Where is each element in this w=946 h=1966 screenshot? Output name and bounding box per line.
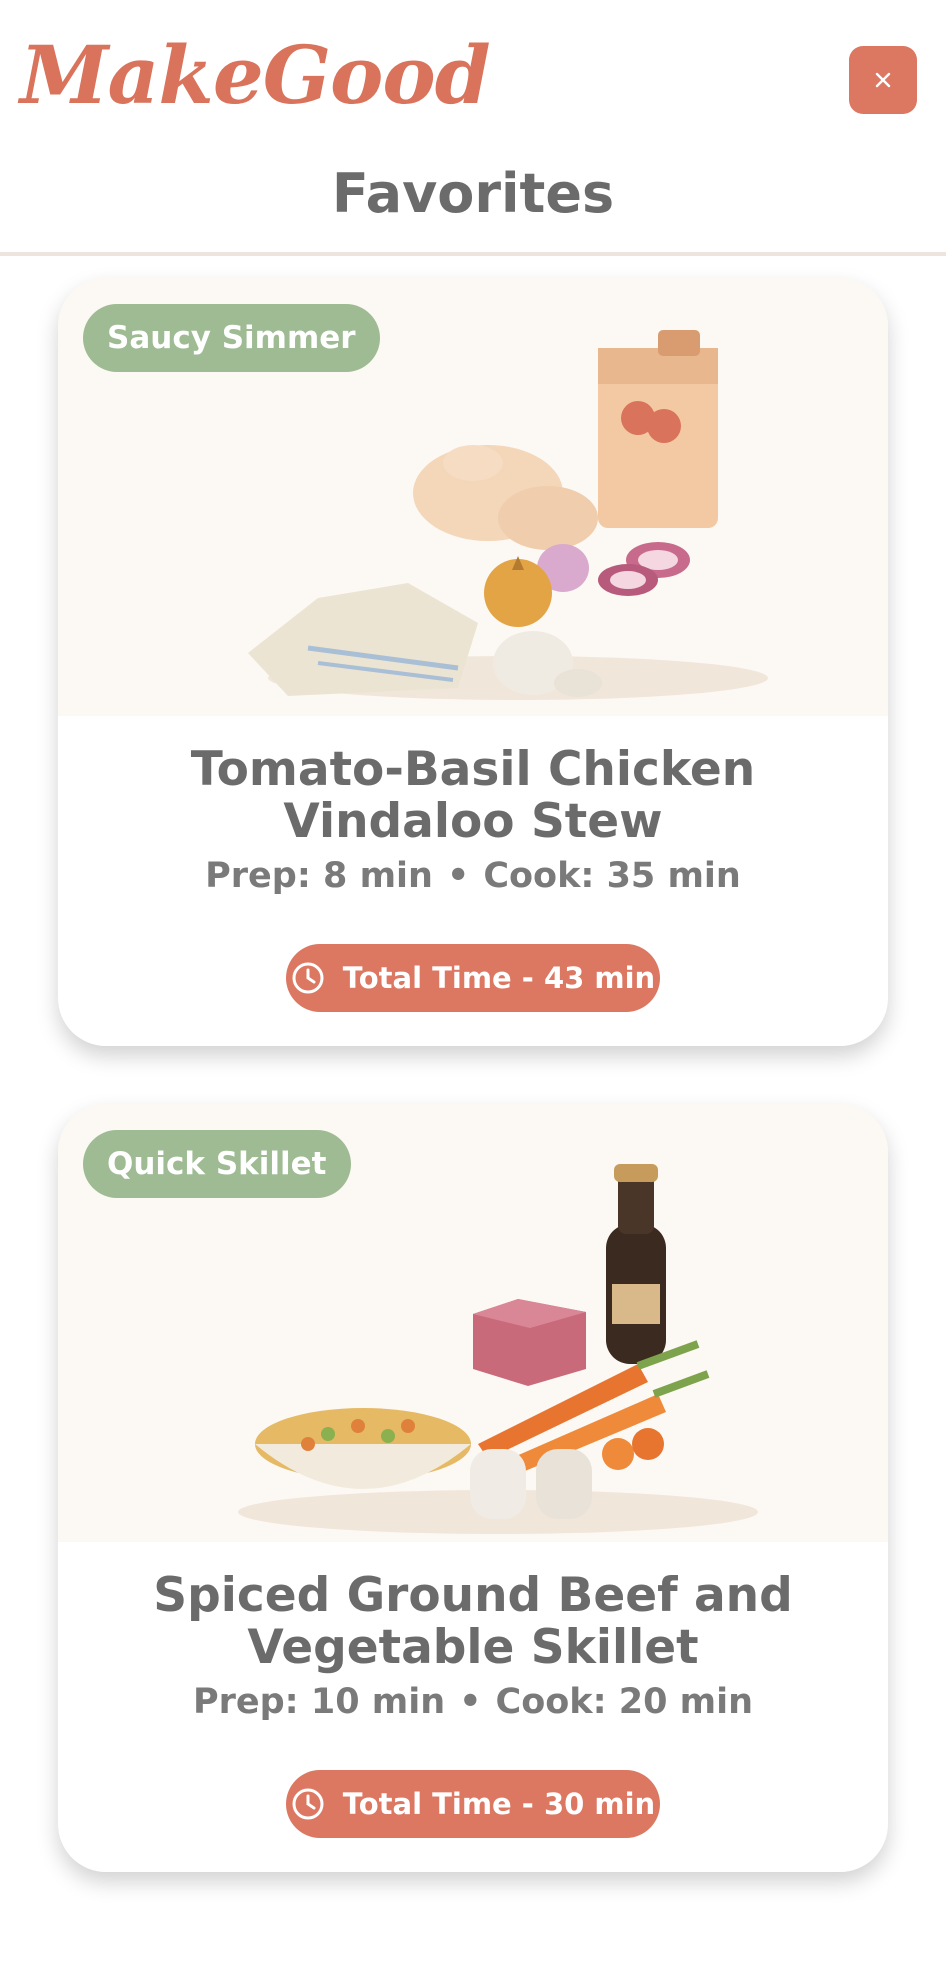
total-time-label: Total Time - 30 min: [342, 1787, 656, 1821]
total-time-label: Total Time - 43 min: [342, 961, 656, 995]
separator: •: [459, 1682, 482, 1722]
close-icon: [875, 72, 891, 88]
total-time-badge: Total Time - 30 min: [286, 1770, 660, 1838]
app-header: MakeGood Favorites: [0, 0, 946, 256]
app-logo: MakeGood: [20, 28, 491, 122]
recipe-image: Quick Skillet: [58, 1104, 888, 1542]
recipe-card[interactable]: Saucy Simmer Tomato-Basil Chicken Vindal…: [58, 278, 888, 1046]
separator: •: [446, 856, 470, 896]
clock-icon: [292, 962, 324, 994]
clock-icon: [292, 1788, 324, 1820]
recipe-times: Prep: 8 min • Cook: 35 min: [58, 856, 888, 896]
recipe-card[interactable]: Quick Skillet Spiced Ground Beef and Veg…: [58, 1104, 888, 1872]
category-tag: Saucy Simmer: [83, 304, 380, 372]
cook-time: Cook: 20 min: [495, 1682, 754, 1722]
recipe-title[interactable]: Tomato-Basil Chicken Vindaloo Stew: [88, 744, 858, 848]
prep-time: Prep: 8 min: [205, 856, 433, 896]
close-button[interactable]: [849, 46, 917, 114]
category-tag: Quick Skillet: [83, 1130, 351, 1198]
page-title: Favorites: [331, 162, 615, 225]
recipe-image: Saucy Simmer: [58, 278, 888, 716]
recipe-times: Prep: 10 min • Cook: 20 min: [58, 1682, 888, 1722]
total-time-badge: Total Time - 43 min: [286, 944, 660, 1012]
prep-time: Prep: 10 min: [192, 1682, 446, 1722]
cook-time: Cook: 35 min: [483, 856, 741, 896]
recipe-title[interactable]: Spiced Ground Beef and Vegetable Skillet: [88, 1570, 858, 1674]
